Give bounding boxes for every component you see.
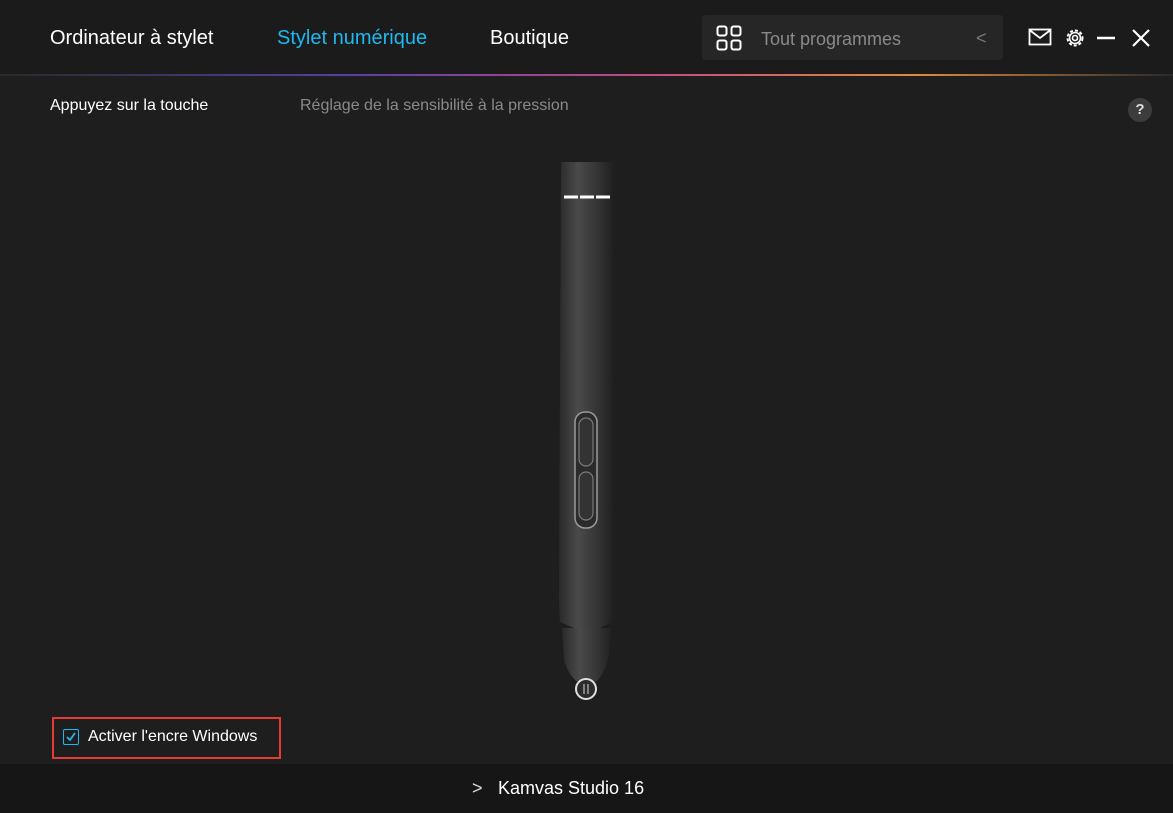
windows-ink-checkbox[interactable] <box>63 729 79 745</box>
chevron-left-icon[interactable]: < <box>976 27 987 49</box>
program-selector-label: Tout programmes <box>761 29 902 49</box>
program-selector[interactable]: Tout programmes < <box>702 15 1003 60</box>
subtab-press-key[interactable]: Appuyez sur la touche <box>50 96 208 116</box>
minimize-icon[interactable] <box>1096 28 1116 48</box>
windows-ink-label[interactable]: Activer l'encre Windows <box>88 727 257 747</box>
tab-pen-computer[interactable]: Ordinateur à stylet <box>50 26 213 50</box>
device-name[interactable]: Kamvas Studio 16 <box>498 778 644 798</box>
mail-icon[interactable] <box>1028 27 1052 47</box>
subtab-pressure-sensitivity[interactable]: Réglage de la sensibilité à la pression <box>300 96 569 116</box>
tab-store[interactable]: Boutique <box>490 26 569 50</box>
gear-icon[interactable] <box>1064 27 1086 49</box>
help-icon[interactable]: ? <box>1128 98 1152 122</box>
chevron-right-icon[interactable]: > <box>472 778 483 798</box>
close-icon[interactable] <box>1131 28 1151 48</box>
device-footer: > Kamvas Studio 16 <box>0 764 1173 813</box>
stylus-image <box>559 162 613 700</box>
grid-icon <box>716 25 742 51</box>
header-divider <box>0 74 1173 76</box>
top-bar: Ordinateur à stylet Stylet numérique Bou… <box>0 0 1173 75</box>
tab-digital-pen[interactable]: Stylet numérique <box>277 26 427 50</box>
checkmark-icon <box>66 732 76 742</box>
